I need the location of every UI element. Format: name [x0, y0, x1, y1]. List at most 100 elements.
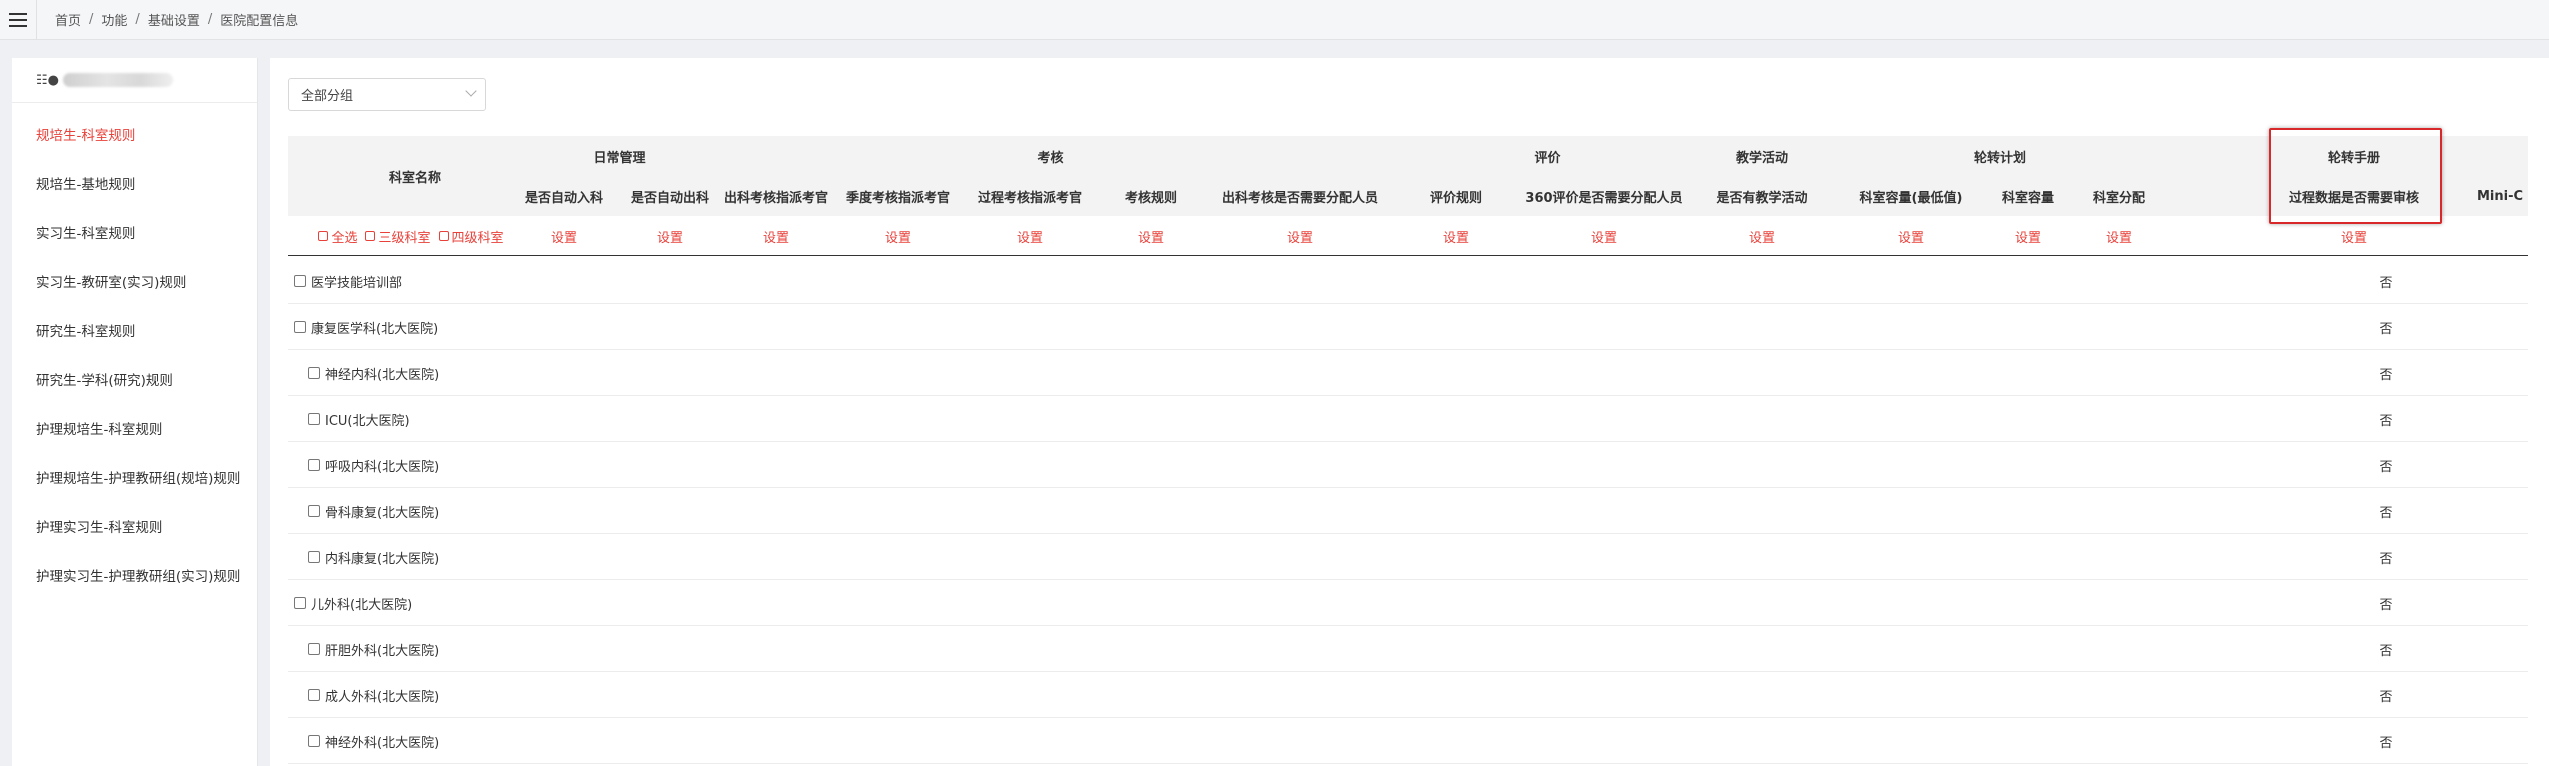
set-link[interactable]: 设置: [1519, 216, 1689, 256]
sidebar-item[interactable]: 护理规培生-科室规则: [12, 403, 257, 452]
sidebar-item[interactable]: 实习生-科室规则: [12, 207, 257, 256]
row-checkbox[interactable]: [308, 689, 320, 701]
table-row: 内科康复(北大医院) 否: [288, 534, 2528, 580]
set-link[interactable]: 设置: [615, 216, 725, 256]
column-header: 出科考核是否需要分配人员: [1221, 190, 1378, 206]
set-link[interactable]: 设置: [1697, 216, 1827, 256]
set-link[interactable]: 设置: [1106, 216, 1196, 256]
table-row: 肝胆外科(北大医院) 否: [288, 626, 2528, 672]
review-required-value: 否: [2379, 505, 2393, 521]
column-header: 出科考核指派考官: [723, 190, 828, 206]
department-name: 肝胆外科(北大医院): [325, 643, 440, 659]
divider: [36, 0, 37, 40]
sidebar-item[interactable]: 护理实习生-护理教研组(实习)规则: [12, 550, 257, 599]
breadcrumb-separator: /: [207, 12, 213, 27]
hamburger-icon: [9, 12, 27, 27]
hospital-header: ☷●: [12, 58, 257, 103]
set-link[interactable]: 设置: [1406, 216, 1506, 256]
column-header: 科室容量(最低值): [1859, 190, 1963, 206]
select-option-label: 三级科室: [378, 230, 431, 246]
group-select[interactable]: 全部分组: [288, 78, 486, 111]
select-option-checkbox[interactable]: 四级科室: [438, 227, 504, 246]
row-checkbox[interactable]: [308, 551, 320, 563]
sidebar-item[interactable]: 护理实习生-科室规则: [12, 501, 257, 550]
table-row: 成人外科(北大医院) 否: [288, 672, 2528, 718]
table-row: 神经内科(北大医院) 否: [288, 350, 2528, 396]
column-header: 过程考核指派考官: [977, 190, 1082, 206]
breadcrumb-separator: /: [135, 12, 140, 27]
department-cell: 医学技能培训部: [294, 258, 402, 304]
column-header: 过程数据是否需要审核: [2288, 190, 2419, 206]
set-link[interactable]: 设置: [965, 216, 1095, 256]
department-name: 神经内科(北大医院): [325, 367, 440, 383]
checkbox-icon: [365, 231, 376, 241]
set-link[interactable]: 设置: [1988, 216, 2068, 256]
row-checkbox[interactable]: [308, 505, 320, 517]
sidebar-item[interactable]: 实习生-教研室(实习)规则: [12, 256, 257, 305]
header-group-row: 科室名称 日常管理 考核 评价 教学活动 轮转计划 轮转手册: [288, 136, 2528, 186]
row-checkbox[interactable]: [308, 459, 320, 471]
sidebar-item[interactable]: 规培生-基地规则: [12, 158, 257, 207]
set-link[interactable]: 设置: [514, 216, 614, 256]
column-header: 是否有教学活动: [1716, 190, 1808, 206]
department-cell: 儿外科(北大医院): [294, 580, 412, 626]
row-checkbox[interactable]: [294, 597, 306, 609]
row-checkbox[interactable]: [294, 275, 306, 287]
review-required-value: 否: [2379, 275, 2393, 291]
column-header: 考核规则: [1124, 190, 1177, 206]
table-row: ICU(北大医院) 否: [288, 396, 2528, 442]
column-group-header: 日常管理: [593, 150, 646, 166]
checkbox-icon: [438, 231, 449, 241]
sidebar-item[interactable]: 规培生-科室规则: [12, 109, 257, 158]
breadcrumb-function[interactable]: 功能: [101, 10, 127, 29]
department-cell: 神经外科(北大医院): [308, 718, 439, 764]
select-option-label: 四级科室: [451, 230, 504, 246]
table-row: 医学技能培训部 否: [288, 258, 2528, 304]
column-group-header: 轮转手册: [2327, 150, 2380, 166]
breadcrumb-basic-settings[interactable]: 基础设置: [148, 10, 200, 29]
sidebar: ☷● 规培生-科室规则 规培生-基地规则 实习生-科室规则 实习生-教研室(实习)规则…: [12, 58, 258, 766]
select-option-checkbox[interactable]: 三级科室: [365, 227, 431, 246]
breadcrumb: 首页 / 功能 / 基础设置 / 医院配置信息: [55, 10, 298, 29]
column-group-header: 考核: [1037, 150, 1064, 166]
breadcrumb-current: 医院配置信息: [220, 14, 299, 29]
department-name: 成人外科(北大医院): [325, 689, 440, 705]
column-header: 季度考核指派考官: [845, 190, 950, 206]
set-link[interactable]: 设置: [2079, 216, 2159, 256]
review-required-value: 否: [2379, 459, 2393, 475]
department-name: 内科康复(北大医院): [325, 551, 440, 567]
column-group-header: 轮转计划: [1973, 150, 2026, 166]
column-group-header: 评价: [1534, 150, 1561, 166]
table-row: 康复医学科(北大医院) 否: [288, 304, 2528, 350]
row-checkbox[interactable]: [294, 321, 306, 333]
set-link[interactable]: 设置: [1841, 216, 1981, 256]
column-header: 是否自动出科: [630, 190, 709, 206]
row-checkbox[interactable]: [308, 413, 320, 425]
row-checkbox[interactable]: [308, 735, 320, 747]
row-checkbox[interactable]: [308, 643, 320, 655]
set-link[interactable]: 设置: [711, 216, 841, 256]
sidebar-item[interactable]: 研究生-科室规则: [12, 305, 257, 354]
row-checkbox[interactable]: [308, 367, 320, 379]
checkbox-icon: [318, 231, 329, 241]
menu-toggle-button[interactable]: [0, 0, 36, 40]
column-header: 科室容量: [2001, 190, 2054, 206]
table-row: 呼吸内科(北大医院) 否: [288, 442, 2528, 488]
table-row: 骨科康复(北大医院) 否: [288, 488, 2528, 534]
sidebar-item[interactable]: 研究生-学科(研究)规则: [12, 354, 257, 403]
department-cell: ICU(北大医院): [308, 396, 410, 442]
set-link[interactable]: 设置: [833, 216, 963, 256]
department-cell: 成人外科(北大医院): [308, 672, 439, 718]
department-name-header: 科室名称: [388, 170, 441, 186]
column-header: 评价规则: [1429, 190, 1482, 206]
set-link[interactable]: 设置: [1210, 216, 1390, 256]
sidebar-item[interactable]: 护理规培生-护理教研组(规培)规则: [12, 452, 257, 501]
set-link[interactable]: 设置: [2279, 216, 2429, 256]
department-cell: 骨科康复(北大医院): [308, 488, 439, 534]
department-cell: 神经内科(北大医院): [308, 350, 439, 396]
select-option-checkbox[interactable]: 全选: [318, 227, 357, 246]
review-required-value: 否: [2379, 597, 2393, 613]
column-header: Mini-C: [2476, 188, 2524, 204]
hospital-name-redacted: [63, 73, 173, 87]
breadcrumb-home[interactable]: 首页: [55, 10, 81, 29]
